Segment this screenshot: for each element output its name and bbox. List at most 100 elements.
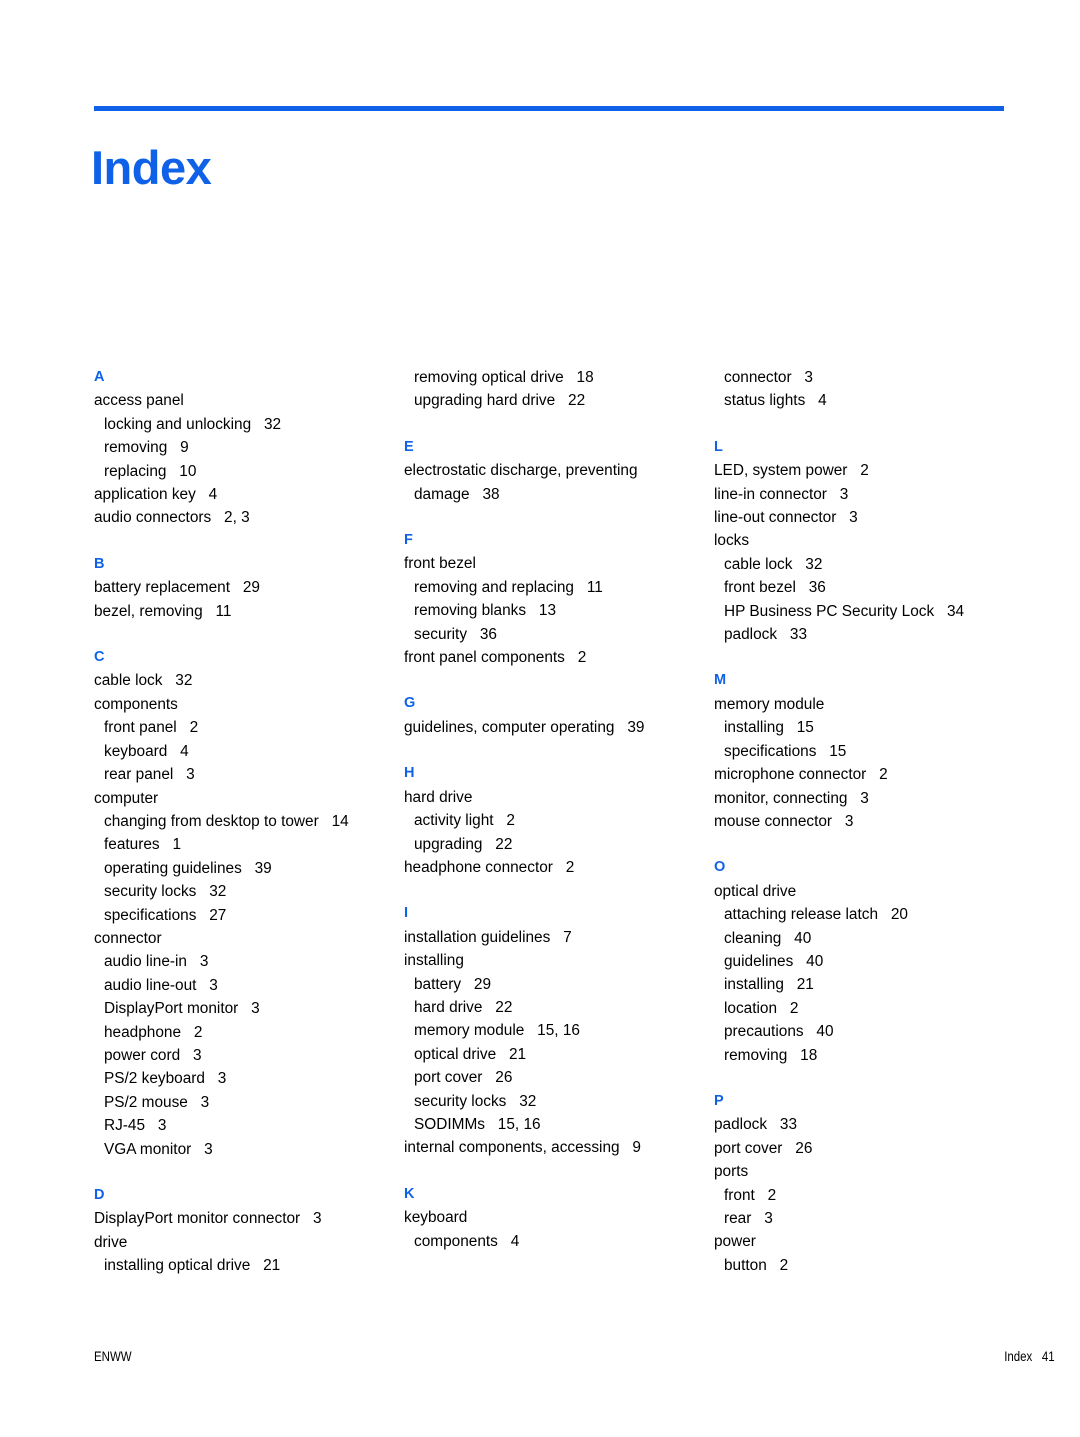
index-entry-text: keyboard <box>104 742 168 760</box>
index-entry: guidelines, computer operating 39 <box>404 716 704 739</box>
index-page-number: 20 <box>890 906 908 924</box>
index-entry-text: button <box>724 1256 767 1274</box>
index-entry-text: computer <box>94 789 159 807</box>
index-page-number: 3 <box>804 369 813 386</box>
index-entry-text: activity light <box>414 812 494 830</box>
index-subentry: HP Business PC Security Lock 34 <box>714 600 1014 623</box>
index-page-number: 3 <box>204 1140 213 1158</box>
index-entry: LED, system power 2 <box>714 459 1014 482</box>
index-entry-text: installation guidelines <box>404 928 551 946</box>
index-page-number: 3 <box>157 1117 167 1135</box>
index-entry: microphone connector 2 <box>714 763 1014 786</box>
index-entry-text: port cover <box>714 1139 783 1157</box>
index-entry-text: features <box>104 836 160 854</box>
index-subentry: padlock 33 <box>714 623 1014 646</box>
index-entry-text: LED, system power <box>714 462 848 480</box>
index-entry-text: removing <box>104 439 168 457</box>
index-page-number: 3 <box>199 953 209 971</box>
index-page-number: 3 <box>839 485 849 503</box>
index-subentry: specifications 27 <box>94 904 394 927</box>
index-entry-text: DisplayPort monitor connector <box>94 1210 301 1228</box>
index-subentry: power cord 3 <box>94 1044 394 1067</box>
index-subentry: installing 21 <box>714 973 1014 996</box>
index-page-number: 29 <box>242 579 260 597</box>
page-title: Index <box>91 141 212 195</box>
index-entry: optical drive <box>714 880 1014 903</box>
index-page-number: 27 <box>209 906 227 924</box>
index-subentry: VGA monitor 3 <box>94 1138 394 1161</box>
index-entry: internal components, accessing 9 <box>404 1136 704 1159</box>
index-entry-text: components <box>414 1232 498 1250</box>
index-entry: memory module <box>714 693 1014 716</box>
index-subentry: upgrading hard drive 22 <box>404 389 704 412</box>
index-page-number: 22 <box>568 392 586 410</box>
index-entry: keyboard <box>404 1206 704 1229</box>
index-entry-text: audio connectors <box>94 509 212 527</box>
index-entry-text: security locks <box>414 1092 507 1110</box>
index-entry-text: specifications <box>104 906 197 924</box>
index-subentry: button 2 <box>714 1254 1014 1277</box>
index-entry: headphone connector 2 <box>404 856 704 879</box>
index-subentry: rear 3 <box>714 1207 1014 1230</box>
index-page-number: 2 <box>779 1256 789 1274</box>
index-entry: ports <box>714 1160 1014 1183</box>
index-page-number: 29 <box>473 975 492 993</box>
index-page-number: 18 <box>576 369 594 386</box>
index-entry-text: HP Business PC Security Lock <box>724 602 935 620</box>
index-letter-heading: I <box>404 905 409 922</box>
index-page-number: 32 <box>209 883 227 901</box>
index-entry: connector <box>94 927 394 950</box>
index-entry-text: port cover <box>414 1069 483 1087</box>
index-entry-text: keyboard <box>404 1209 468 1227</box>
index-subentry: security 36 <box>404 623 704 646</box>
index-subentry: removing and replacing 11 <box>404 576 704 599</box>
index-entry: port cover 26 <box>714 1137 1014 1160</box>
index-page-number: 1 <box>172 836 182 854</box>
index-subentry: locking and unlocking 32 <box>94 413 394 436</box>
index-subentry: cleaning 40 <box>714 927 1014 950</box>
index-entry-text: internal components, accessing <box>404 1139 620 1157</box>
index-subentry: upgrading 22 <box>404 833 704 856</box>
index-entry-text: power <box>714 1233 756 1251</box>
index-entry: mouse connector 3 <box>714 810 1014 833</box>
index-letter-heading: D <box>94 1187 105 1203</box>
index-letter-heading: H <box>404 765 415 782</box>
index-entry-text: upgrading hard drive <box>414 392 556 410</box>
index-entry-text: power cord <box>104 1046 181 1064</box>
index-entry: drive <box>94 1231 394 1254</box>
index-letter-heading: F <box>404 532 413 549</box>
index-letter-heading: L <box>714 438 723 455</box>
index-subentry: security locks 32 <box>94 880 394 903</box>
index-entry-text: removing optical drive <box>414 369 564 386</box>
index-entry: front panel components 2 <box>404 646 704 669</box>
index-letter-heading: K <box>404 1185 415 1202</box>
index-entry-text: cleaning <box>724 929 782 947</box>
index-entry: computer <box>94 787 394 810</box>
index-subentry: specifications 15 <box>714 740 1014 763</box>
index-letter-heading: G <box>404 695 416 712</box>
index-entry-text: rear panel <box>104 766 174 784</box>
index-entry: cable lock 32 <box>94 669 394 692</box>
index-page-number: 22 <box>495 835 513 853</box>
index-subentry: front bezel 36 <box>714 576 1014 599</box>
index-entry-text: VGA monitor <box>104 1140 192 1158</box>
index-entry: line-out connector 3 <box>714 506 1014 529</box>
index-subentry: hard drive 22 <box>404 996 704 1019</box>
index-page-number: 4 <box>818 392 827 410</box>
index-subentry: PS/2 mouse 3 <box>94 1091 394 1114</box>
index-subentry: activity light 2 <box>404 809 704 832</box>
index-page-number: 40 <box>816 1023 834 1041</box>
index-entry: battery replacement 29 <box>94 576 394 599</box>
index-entry-text: PS/2 mouse <box>104 1093 188 1111</box>
index-entry: access panel <box>94 389 394 412</box>
index-entry-text: installing <box>724 719 784 737</box>
index-subentry: installing optical drive 21 <box>94 1254 394 1277</box>
index-entry-text: security locks <box>104 883 197 901</box>
index-subentry: rear panel 3 <box>94 763 394 786</box>
index-entry-text: electrostatic discharge, preventing dama… <box>404 462 638 503</box>
index-page-number: 3 <box>844 812 854 830</box>
index-subentry: cable lock 32 <box>714 553 1014 576</box>
index-column-2: removing optical drive 18 upgrading hard … <box>404 366 704 1253</box>
index-page-number: 3 <box>849 509 858 527</box>
index-entry: line-in connector 3 <box>714 483 1014 506</box>
